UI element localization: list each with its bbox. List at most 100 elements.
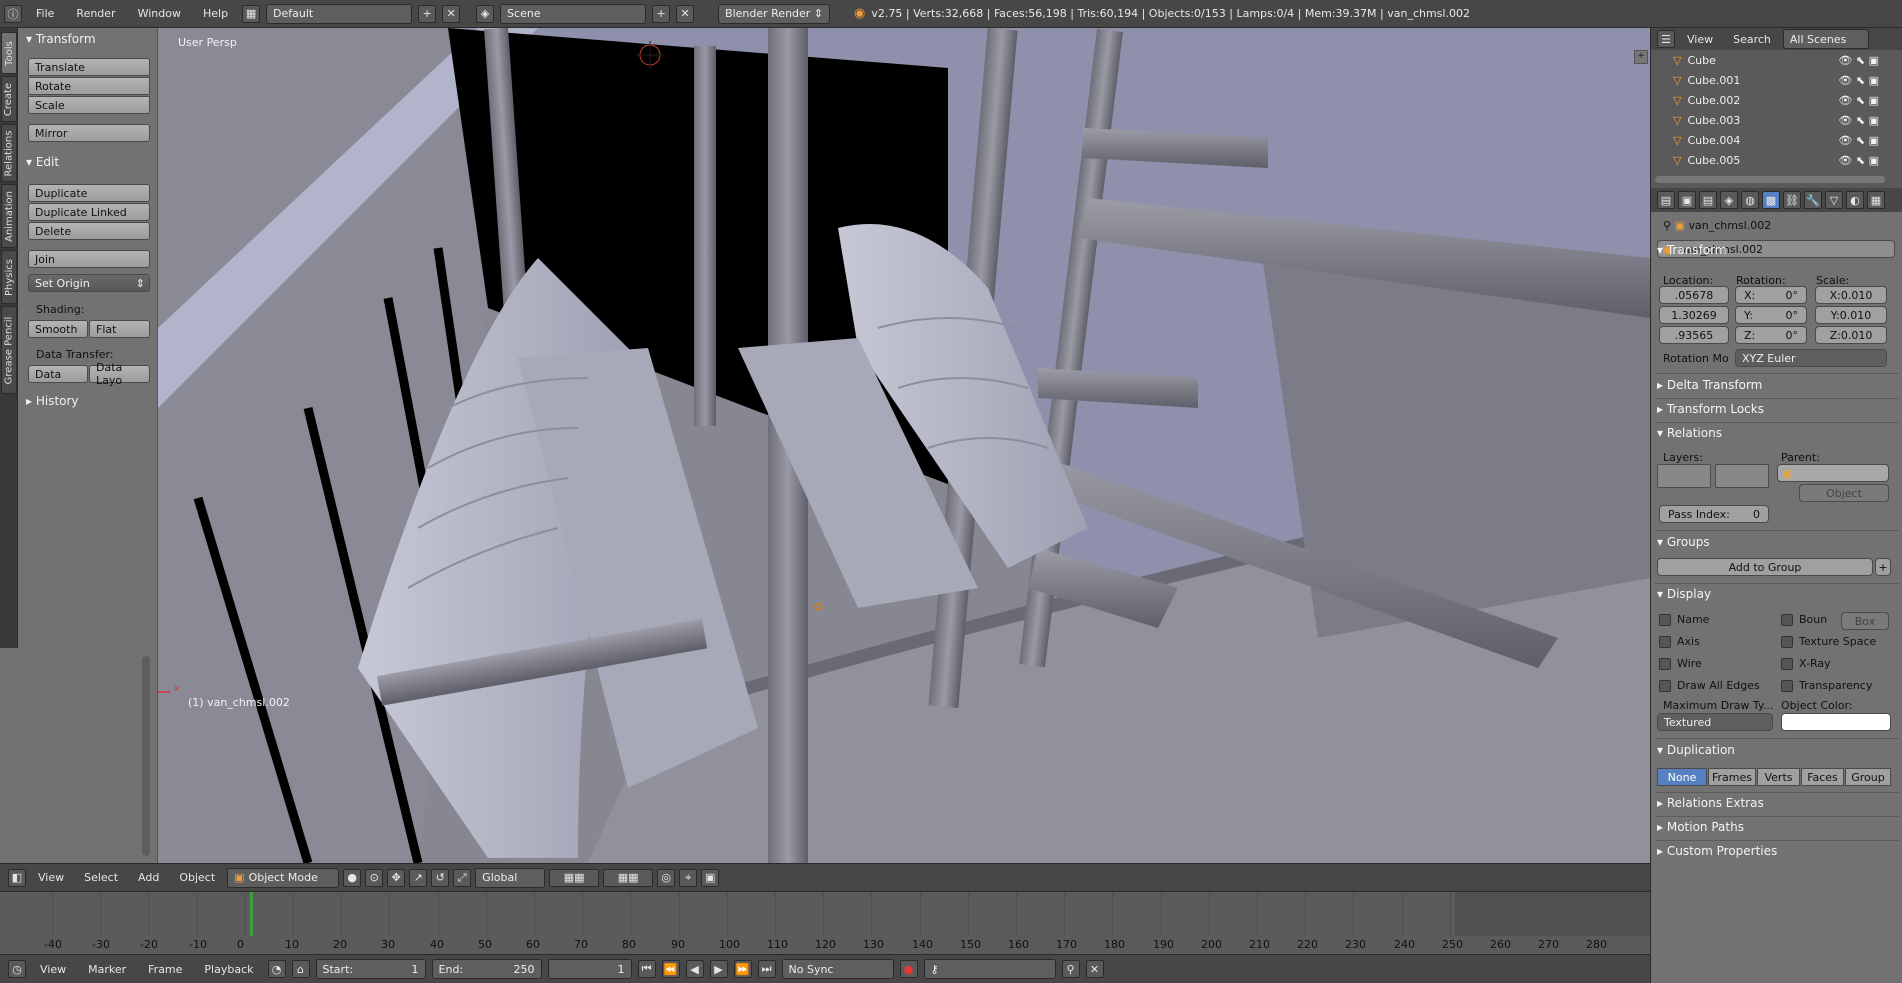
- visibility-icons[interactable]: 👁 ⬉ ▣: [1838, 114, 1879, 127]
- panel-display-header[interactable]: ▾ Display: [1657, 587, 1897, 601]
- panel-groups-header[interactable]: ▾ Groups: [1657, 535, 1897, 549]
- location-field[interactable]: 1.30269: [1659, 306, 1729, 324]
- outliner-display-mode-select[interactable]: All Scenes: [1782, 29, 1869, 49]
- jump-keyframe-forward-icon[interactable]: ⏩: [733, 960, 752, 978]
- add-layout-icon[interactable]: +: [418, 4, 437, 23]
- location-field[interactable]: .93565: [1659, 326, 1729, 344]
- layer-grid[interactable]: [1657, 464, 1711, 488]
- jump-end-icon[interactable]: ⏭: [757, 960, 776, 978]
- layers-tab-icon[interactable]: ▤: [1699, 191, 1717, 209]
- texture_space-checkbox[interactable]: [1781, 636, 1793, 648]
- material-tab-icon[interactable]: ◐: [1846, 191, 1864, 209]
- panel-relations-extras-header[interactable]: ▸ Relations Extras: [1657, 796, 1897, 810]
- visibility-icons[interactable]: 👁 ⬉ ▣: [1838, 54, 1879, 67]
- sync-mode-select[interactable]: No Sync: [781, 959, 894, 979]
- visibility-icons[interactable]: 👁 ⬉ ▣: [1838, 134, 1879, 147]
- screen-layout-icon[interactable]: ▦: [242, 4, 261, 23]
- rotate-manipulator-icon[interactable]: ↺: [431, 868, 450, 887]
- scale-button[interactable]: Scale: [28, 96, 150, 114]
- manipulator-icon[interactable]: ✥: [387, 868, 406, 887]
- translate-button[interactable]: Translate: [28, 58, 150, 76]
- xray-checkbox[interactable]: [1781, 658, 1793, 670]
- duplicate-linked-button[interactable]: Duplicate Linked: [28, 203, 150, 221]
- rotation-field[interactable]: Y: 0°: [1735, 306, 1807, 324]
- panel-motion-paths-header[interactable]: ▸ Motion Paths: [1657, 820, 1897, 834]
- layers-grid-icon[interactable]: ▦▦: [603, 868, 654, 887]
- menu-window[interactable]: Window: [130, 4, 189, 24]
- scene-tab-icon[interactable]: ◈: [1720, 191, 1738, 209]
- rotation-field[interactable]: X: 0°: [1735, 286, 1807, 304]
- record-icon[interactable]: ●: [899, 960, 918, 978]
- menu-add[interactable]: Add: [130, 868, 167, 888]
- keying-set-field[interactable]: ⚷: [923, 959, 1056, 979]
- end-frame-field[interactable]: End: 250: [431, 959, 542, 979]
- pass-index-field[interactable]: Pass Index: 0: [1659, 505, 1769, 523]
- scale-field[interactable]: X:0.010: [1815, 286, 1887, 304]
- rotate-button[interactable]: Rotate: [28, 77, 150, 95]
- interaction-mode-select[interactable]: ▣ Object Mode: [227, 867, 340, 888]
- visibility-icons[interactable]: 👁 ⬉ ▣: [1838, 94, 1879, 107]
- shelf-scrollbar[interactable]: [142, 656, 150, 856]
- remove-scene-icon[interactable]: ✕: [676, 4, 695, 23]
- list-item[interactable]: ▽ Cube.003 👁 ⬉ ▣: [1651, 110, 1887, 130]
- menu-playback[interactable]: Playback: [196, 959, 261, 979]
- properties-region-toggle-icon[interactable]: +: [1634, 50, 1648, 64]
- flat-button[interactable]: Flat: [89, 320, 150, 338]
- panel-edit-header[interactable]: ▾ Edit: [26, 155, 59, 169]
- data-button[interactable]: Data: [28, 365, 88, 383]
- list-item[interactable]: ▽ Cube.005 👁 ⬉ ▣: [1651, 150, 1887, 170]
- parent-type-select[interactable]: Object: [1799, 484, 1889, 502]
- parent-field[interactable]: ▣: [1777, 464, 1889, 482]
- transparency-checkbox[interactable]: [1781, 680, 1793, 692]
- outliner-menu-view[interactable]: View: [1679, 29, 1721, 49]
- pivot-point-icon[interactable]: ⊙: [365, 868, 384, 887]
- proportional-edit-icon[interactable]: ◎: [657, 868, 676, 887]
- translate-manipulator-icon[interactable]: ↗: [409, 868, 428, 887]
- menu-help[interactable]: Help: [195, 4, 236, 24]
- name-checkbox[interactable]: [1659, 614, 1671, 626]
- list-item[interactable]: ▽ Cube.002 👁 ⬉ ▣: [1651, 90, 1887, 110]
- visibility-icons[interactable]: 👁 ⬉ ▣: [1838, 74, 1879, 87]
- constraints-tab-icon[interactable]: ⛓: [1783, 191, 1801, 209]
- 3d-viewport[interactable]: z x User Persp (1) van_chmsl.002 +: [158, 28, 1650, 863]
- editor-type-3d-icon[interactable]: ◧: [8, 868, 26, 887]
- menu-object[interactable]: Object: [171, 868, 223, 888]
- play-reverse-icon[interactable]: ◀: [685, 960, 704, 978]
- draw_all_edges-checkbox[interactable]: [1659, 680, 1671, 692]
- info-editor-type-icon[interactable]: ⓘ: [4, 4, 22, 23]
- menu-file[interactable]: File: [28, 4, 62, 24]
- layer-grid[interactable]: [1715, 464, 1769, 488]
- scene-field[interactable]: Scene: [500, 3, 647, 24]
- menu-select[interactable]: Select: [76, 868, 126, 888]
- outliner-menu-search[interactable]: Search: [1725, 29, 1779, 49]
- render-preview-icon[interactable]: ▣: [701, 868, 720, 887]
- tab-create[interactable]: Create: [1, 76, 17, 122]
- remove-layout-icon[interactable]: ✕: [442, 4, 461, 23]
- current-frame-field[interactable]: 1: [547, 959, 632, 979]
- location-field[interactable]: .05678: [1659, 286, 1729, 304]
- transform-orientation-select[interactable]: Global: [475, 867, 546, 888]
- add-scene-icon[interactable]: +: [652, 4, 671, 23]
- set-origin-select[interactable]: Set Origin ⇕: [28, 274, 150, 292]
- data-layout-button[interactable]: Data Layo: [89, 361, 150, 387]
- menu-render[interactable]: Render: [68, 4, 123, 24]
- data-tab-icon[interactable]: ▽: [1825, 191, 1843, 209]
- delete-button[interactable]: Delete: [28, 222, 150, 240]
- add-to-group-button[interactable]: Add to Group: [1657, 558, 1873, 576]
- viewport-shading-icon[interactable]: ●: [343, 868, 362, 887]
- tab-relations[interactable]: Relations: [1, 124, 17, 182]
- render-engine-select[interactable]: Blender Render ⇕: [718, 3, 831, 24]
- rotation-mode-select[interactable]: XYZ Euler: [1735, 349, 1887, 367]
- current-frame-indicator[interactable]: [250, 892, 253, 936]
- world-tab-icon[interactable]: ◍: [1741, 191, 1759, 209]
- menu-frame[interactable]: Frame: [140, 959, 190, 979]
- snap-icon[interactable]: ⌖: [679, 868, 698, 887]
- rotation-field[interactable]: Z: 0°: [1735, 326, 1807, 344]
- editor-type-timeline-icon[interactable]: ◷: [8, 960, 26, 978]
- duplication-option-faces[interactable]: Faces: [1801, 768, 1844, 786]
- timeline[interactable]: -40 -30 -20 -10 0 10 20 30 40 50 60 70 80 90 100 110 120…: [0, 891, 1650, 954]
- object-tab-icon[interactable]: ▩: [1762, 191, 1780, 209]
- list-item[interactable]: ▽ Cube 👁 ⬉ ▣: [1651, 50, 1887, 70]
- insert-keyframe-icon[interactable]: ⚲: [1061, 960, 1080, 978]
- outliner-scrollbar[interactable]: [1655, 176, 1885, 183]
